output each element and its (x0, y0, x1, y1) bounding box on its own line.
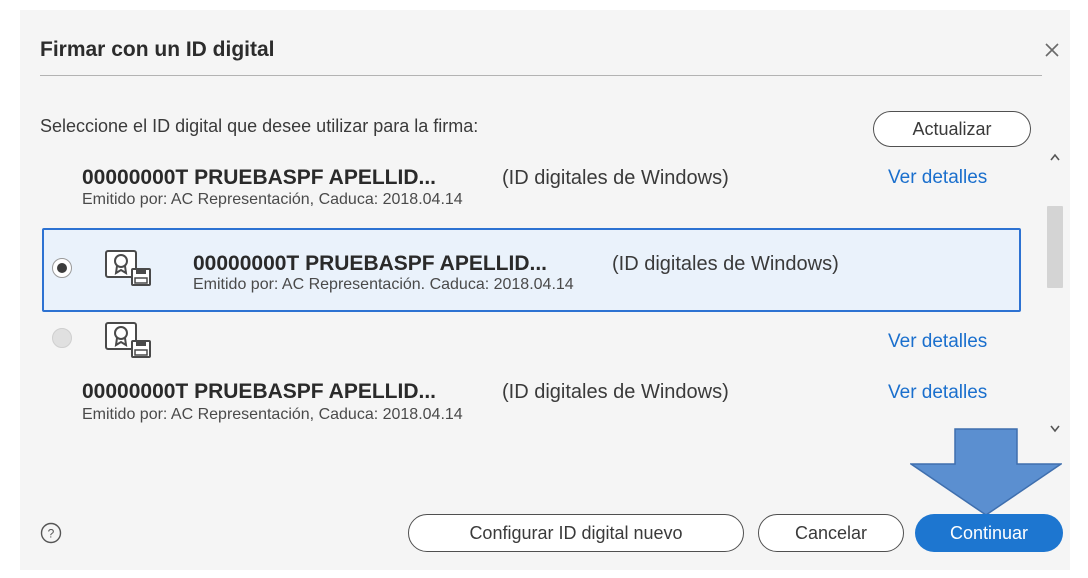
continue-button[interactable]: Continuar (915, 514, 1063, 552)
view-details-link[interactable]: Ver detalles (888, 382, 987, 404)
configure-new-id-button[interactable]: Configurar ID digital nuevo (408, 514, 744, 552)
scrollbar[interactable] (1045, 150, 1065, 435)
select-prompt: Seleccione el ID digital que desee utili… (40, 116, 479, 136)
id-radio-selected[interactable] (52, 258, 72, 278)
id-type: (ID digitales de Windows) (502, 381, 729, 403)
id-issuer: Emitido por: AC Representación, Caduca: … (82, 191, 463, 208)
help-icon[interactable]: ? (40, 522, 62, 544)
id-type: (ID digitales de Windows) (612, 253, 839, 275)
refresh-button[interactable]: Actualizar (873, 111, 1031, 147)
close-icon[interactable] (1040, 38, 1064, 62)
certificate-icon (105, 322, 151, 358)
id-issuer: Emitido por: AC Representación, Caduca: … (82, 406, 463, 423)
svg-text:?: ? (48, 527, 55, 541)
dialog-title: Firmar con un ID digital (40, 38, 275, 61)
id-type: (ID digitales de Windows) (502, 167, 729, 189)
id-issuer: Emitido por: AC Representación. Caduca: … (193, 276, 574, 293)
certificate-icon (105, 250, 151, 286)
title-divider (40, 75, 1042, 76)
cancel-button[interactable]: Cancelar (758, 514, 904, 552)
id-name: 00000000T PRUEBASPF APELLID... (82, 166, 437, 189)
id-name: 00000000T PRUEBASPF APELLID... (193, 252, 548, 275)
id-radio[interactable] (52, 328, 72, 348)
view-details-link[interactable]: Ver detalles (888, 331, 987, 353)
scroll-up-icon (1050, 153, 1060, 161)
view-details-link[interactable]: Ver detalles (888, 167, 987, 189)
id-name: 00000000T PRUEBASPF APELLID... (82, 380, 437, 403)
arrow-down-icon (910, 428, 1062, 516)
scrollbar-thumb[interactable] (1047, 206, 1063, 288)
